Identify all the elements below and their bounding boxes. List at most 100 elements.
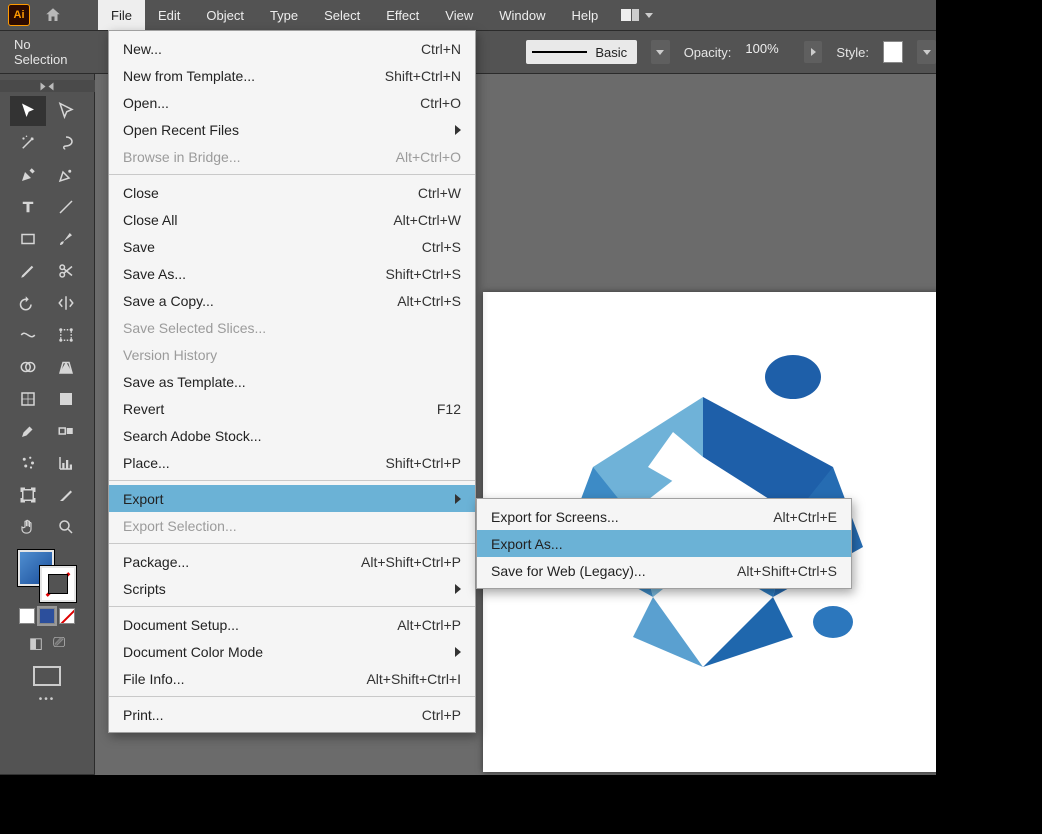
menu-select[interactable]: Select — [311, 0, 373, 30]
file-menu-item-save-a-copy[interactable]: Save a Copy...Alt+Ctrl+S — [109, 287, 475, 314]
file-menu-item-new[interactable]: New...Ctrl+N — [109, 35, 475, 62]
shape-builder-tool[interactable] — [10, 352, 46, 382]
hand-tool[interactable] — [10, 512, 46, 542]
width-tool[interactable] — [10, 320, 46, 350]
draw-behind-icon[interactable]: ⎚ — [53, 634, 65, 652]
brush-dropdown[interactable] — [651, 40, 670, 64]
menu-item-shortcut: Alt+Ctrl+O — [396, 149, 461, 165]
menu-item-shortcut: Ctrl+O — [420, 95, 461, 111]
file-menu-item-document-setup[interactable]: Document Setup...Alt+Ctrl+P — [109, 611, 475, 638]
workspace-icon — [621, 9, 639, 21]
file-menu-item-open-recent-files[interactable]: Open Recent Files — [109, 116, 475, 143]
direct-selection-tool[interactable] — [48, 96, 84, 126]
rotate-tool[interactable] — [10, 288, 46, 318]
curvature-tool[interactable] — [48, 160, 84, 190]
menu-item-shortcut: Shift+Ctrl+S — [386, 266, 461, 282]
free-transform-tool[interactable] — [48, 320, 84, 350]
gradient-tool[interactable] — [48, 384, 84, 414]
menu-type[interactable]: Type — [257, 0, 311, 30]
paintbrush-tool[interactable] — [48, 224, 84, 254]
color-mode-none[interactable] — [59, 608, 75, 624]
pencil-tool[interactable] — [10, 256, 46, 286]
file-menu-item-export[interactable]: Export — [109, 485, 475, 512]
file-menu-item-save-as[interactable]: Save As... Shift+Ctrl+S — [109, 260, 475, 287]
menu-item-shortcut: Alt+Ctrl+W — [393, 212, 461, 228]
file-menu-item-new-from-template[interactable]: New from Template...Shift+Ctrl+N — [109, 62, 475, 89]
edit-toolbar[interactable]: ••• — [39, 694, 56, 705]
file-menu-item-file-info[interactable]: File Info...Alt+Shift+Ctrl+I — [109, 665, 475, 692]
mesh-tool[interactable] — [10, 384, 46, 414]
selection-label: No Selection — [14, 37, 82, 67]
menu-file[interactable]: File — [98, 0, 145, 30]
eyedropper-tool[interactable] — [10, 416, 46, 446]
line-tool[interactable] — [48, 192, 84, 222]
perspective-tool[interactable] — [48, 352, 84, 382]
workspace-switcher[interactable] — [621, 9, 653, 21]
lasso-tool[interactable] — [48, 128, 84, 158]
file-menu-item-save-as-template[interactable]: Save as Template... — [109, 368, 475, 395]
menu-help[interactable]: Help — [558, 0, 611, 30]
menu-item-shortcut: Ctrl+S — [422, 239, 461, 255]
color-mode-gradient[interactable] — [39, 608, 55, 624]
file-menu-item-search-adobe-stock[interactable]: Search Adobe Stock... — [109, 422, 475, 449]
menu-window[interactable]: Window — [486, 0, 558, 30]
file-menu-separator — [109, 606, 475, 607]
submenu-arrow-icon — [455, 125, 461, 135]
screen-mode[interactable] — [33, 666, 61, 686]
selection-tool[interactable] — [10, 96, 46, 126]
pen-tool[interactable] — [10, 160, 46, 190]
blend-tool[interactable] — [48, 416, 84, 446]
brush-preset[interactable]: Basic — [526, 40, 637, 64]
export-menu-item-export-for-screens[interactable]: Export for Screens...Alt+Ctrl+E — [477, 503, 851, 530]
scissors-tool[interactable] — [48, 256, 84, 286]
home-icon[interactable] — [44, 6, 62, 24]
submenu-arrow-icon — [455, 494, 461, 504]
draw-normal-icon[interactable]: ◧ — [29, 634, 43, 652]
menu-item-shortcut: Alt+Shift+Ctrl+P — [361, 554, 461, 570]
menu-item-label: Save As... — [123, 266, 346, 282]
rectangle-tool[interactable] — [10, 224, 46, 254]
file-menu-item-scripts[interactable]: Scripts — [109, 575, 475, 602]
type-tool[interactable] — [10, 192, 46, 222]
opacity-more[interactable] — [804, 41, 823, 63]
export-menu-item-save-for-web-legacy[interactable]: Save for Web (Legacy)...Alt+Shift+Ctrl+S — [477, 557, 851, 584]
style-swatch[interactable] — [883, 41, 904, 63]
stroke-swatch[interactable] — [40, 566, 76, 602]
color-mode-solid[interactable] — [19, 608, 35, 624]
file-menu-separator — [109, 543, 475, 544]
file-menu: New...Ctrl+NNew from Template...Shift+Ct… — [108, 30, 476, 733]
file-menu-item-save[interactable]: Save Ctrl+S — [109, 233, 475, 260]
chevron-down-icon — [656, 50, 664, 55]
menu-edit[interactable]: Edit — [145, 0, 193, 30]
export-menu-item-export-as[interactable]: Export As... — [477, 530, 851, 557]
menu-effect[interactable]: Effect — [373, 0, 432, 30]
menu-item-label: Save as Template... — [123, 374, 461, 390]
file-menu-item-document-color-mode[interactable]: Document Color Mode — [109, 638, 475, 665]
menu-object[interactable]: Object — [193, 0, 257, 30]
file-menu-item-close[interactable]: CloseCtrl+W — [109, 179, 475, 206]
file-menu-item-revert[interactable]: RevertF12 — [109, 395, 475, 422]
file-menu-item-close-all[interactable]: Close AllAlt+Ctrl+W — [109, 206, 475, 233]
menu-item-label: File Info... — [123, 671, 326, 687]
menu-item-label: Save for Web (Legacy)... — [491, 563, 697, 579]
slice-tool[interactable] — [48, 480, 84, 510]
reflect-tool[interactable] — [48, 288, 84, 318]
opacity-value[interactable]: 100% — [745, 41, 790, 63]
magic-wand-tool[interactable] — [10, 128, 46, 158]
fill-stroke-swatches[interactable] — [18, 550, 76, 602]
zoom-tool[interactable] — [48, 512, 84, 542]
menu-item-label: Place... — [123, 455, 346, 471]
graph-tool[interactable] — [48, 448, 84, 478]
symbol-sprayer-tool[interactable] — [10, 448, 46, 478]
file-menu-item-print[interactable]: Print...Ctrl+P — [109, 701, 475, 728]
tools-expand-handle[interactable] — [0, 80, 95, 92]
menu-item-label: Version History — [123, 347, 461, 363]
file-menu-item-package[interactable]: Package...Alt+Shift+Ctrl+P — [109, 548, 475, 575]
file-menu-item-open[interactable]: Open...Ctrl+O — [109, 89, 475, 116]
menu-view[interactable]: View — [432, 0, 486, 30]
artboard-tool[interactable] — [10, 480, 46, 510]
file-menu-item-place[interactable]: Place...Shift+Ctrl+P — [109, 449, 475, 476]
brush-label: Basic — [595, 45, 627, 60]
style-dropdown[interactable] — [917, 40, 936, 64]
menu-item-label: Save — [123, 239, 382, 255]
